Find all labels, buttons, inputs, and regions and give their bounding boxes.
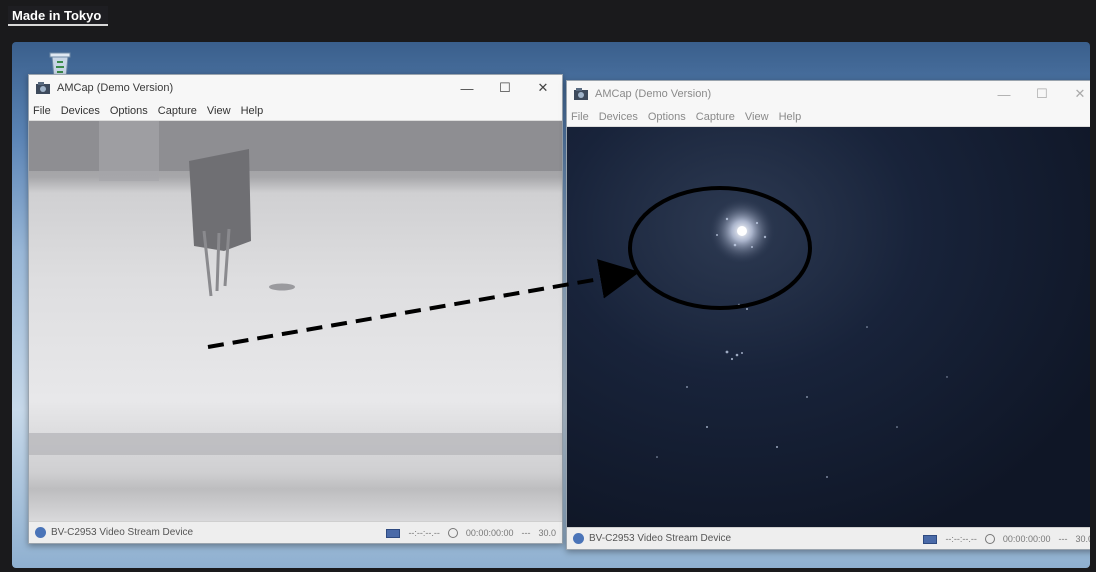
frame-readout: --:--:--.-- xyxy=(945,534,977,544)
fps-readout: 30.0 xyxy=(538,528,556,538)
film-icon xyxy=(923,534,938,544)
minimize-button[interactable]: — xyxy=(448,75,486,101)
menu-capture[interactable]: Capture xyxy=(158,105,197,117)
menu-capture[interactable]: Capture xyxy=(696,111,735,123)
amcap-window-right[interactable]: AMCap (Demo Version) — ☐ ✕ File Devices … xyxy=(566,80,1090,550)
minimize-button[interactable]: — xyxy=(985,81,1023,107)
video-preview-left xyxy=(29,121,562,521)
close-button[interactable]: ✕ xyxy=(524,75,562,101)
menu-bar: File Devices Options Capture View Help xyxy=(29,101,562,121)
window-title: AMCap (Demo Version) xyxy=(595,88,712,100)
menu-view[interactable]: View xyxy=(745,111,769,123)
device-info-icon xyxy=(573,533,584,544)
device-name: BV-C2953 Video Stream Device xyxy=(51,527,194,538)
separator-readout: --- xyxy=(521,528,531,538)
window-title: AMCap (Demo Version) xyxy=(57,82,174,94)
menu-devices[interactable]: Devices xyxy=(599,111,638,123)
film-icon xyxy=(386,528,401,538)
device-name: BV-C2953 Video Stream Device xyxy=(589,533,732,544)
fps-readout: 30.0 xyxy=(1075,534,1090,544)
time-readout: 00:00:00:00 xyxy=(465,528,514,538)
menu-devices[interactable]: Devices xyxy=(61,105,100,117)
clock-icon xyxy=(984,534,995,544)
video-preview-right xyxy=(567,127,1090,527)
device-info-icon xyxy=(35,527,46,538)
status-bar: BV-C2953 Video Stream Device --:--:--.--… xyxy=(567,527,1090,549)
frame-readout: --:--:--.-- xyxy=(408,528,440,538)
amcap-app-icon xyxy=(574,88,588,100)
time-readout: 00:00:00:00 xyxy=(1002,534,1051,544)
title-bar[interactable]: AMCap (Demo Version) — ☐ ✕ xyxy=(29,75,562,101)
menu-options[interactable]: Options xyxy=(648,111,686,123)
maximize-button[interactable]: ☐ xyxy=(486,75,524,101)
laser-spot-scene xyxy=(656,197,948,478)
menu-help[interactable]: Help xyxy=(779,111,802,123)
amcap-app-icon xyxy=(36,82,50,94)
separator-readout: --- xyxy=(1058,534,1068,544)
menu-help[interactable]: Help xyxy=(241,105,264,117)
amcap-window-left[interactable]: AMCap (Demo Version) — ☐ ✕ File Devices … xyxy=(28,74,563,544)
menu-view[interactable]: View xyxy=(207,105,231,117)
maximize-button[interactable]: ☐ xyxy=(1023,81,1061,107)
menu-file[interactable]: File xyxy=(33,105,51,117)
camera-scene-left xyxy=(29,121,562,455)
clock-icon xyxy=(447,528,458,538)
menu-options[interactable]: Options xyxy=(110,105,148,117)
made-in-tokyo-watermark: Made in Tokyo xyxy=(8,6,108,26)
status-bar: BV-C2953 Video Stream Device --:--:--.--… xyxy=(29,521,562,543)
menu-file[interactable]: File xyxy=(571,111,589,123)
close-button[interactable]: ✕ xyxy=(1061,81,1090,107)
desktop: AMCap (Demo Version) — ☐ ✕ File Devices … xyxy=(12,42,1090,568)
menu-bar: File Devices Options Capture View Help xyxy=(567,107,1090,127)
title-bar[interactable]: AMCap (Demo Version) — ☐ ✕ xyxy=(567,81,1090,107)
